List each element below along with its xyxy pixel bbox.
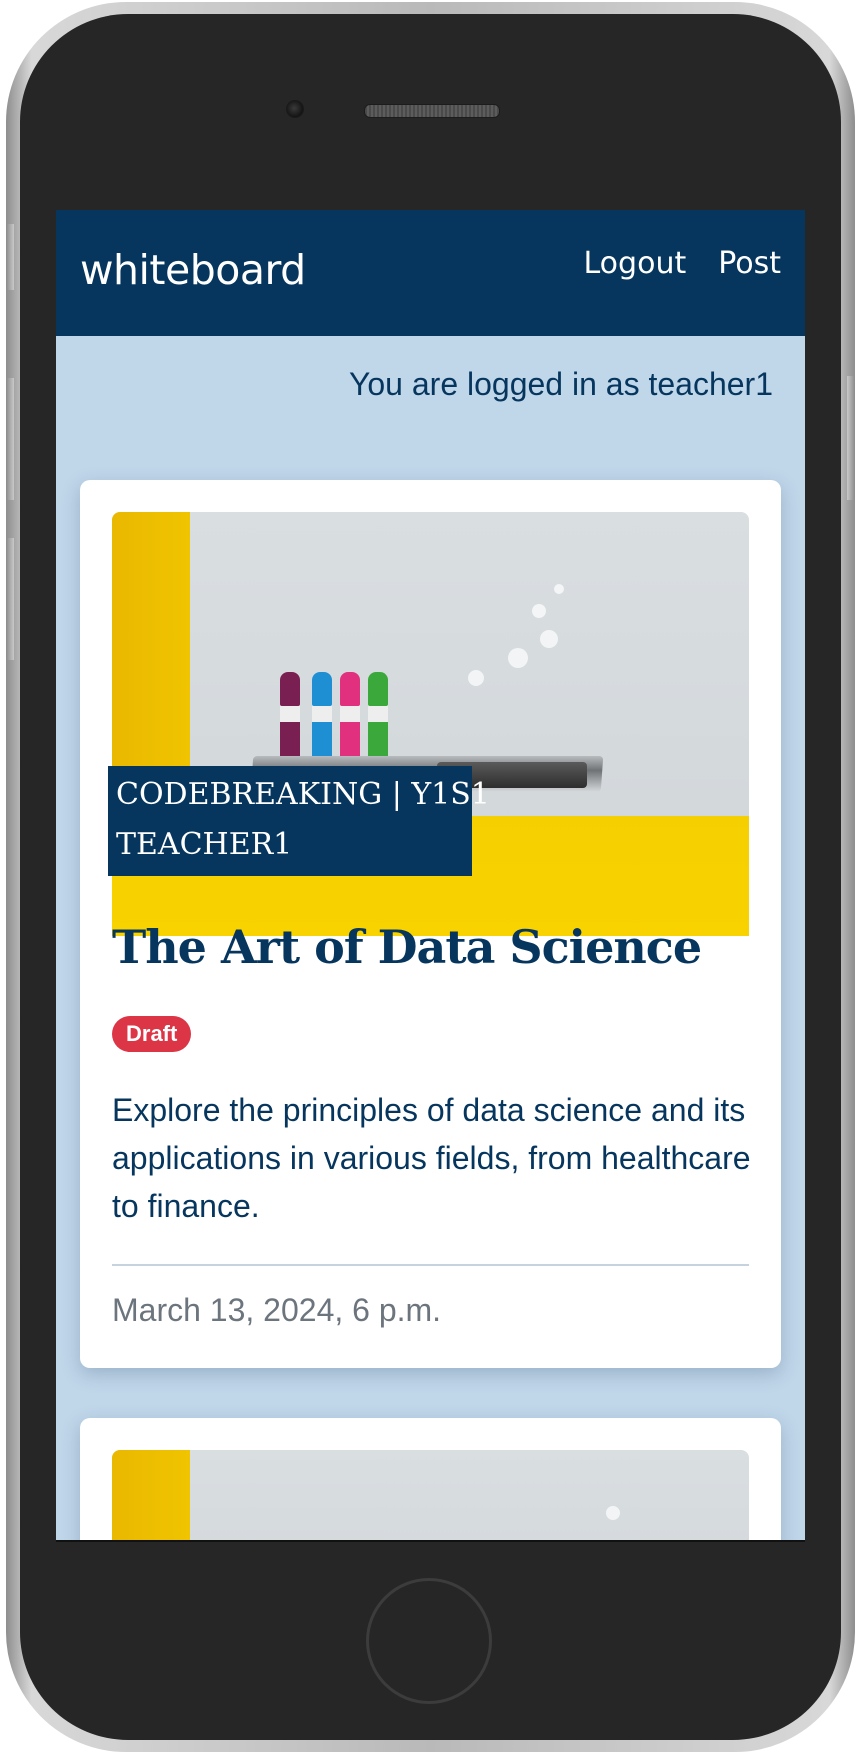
post-summary: Explore the principles of data science a… — [112, 1092, 751, 1224]
earpiece-speaker — [364, 104, 500, 118]
post-date: March 13, 2024, 6 p.m. — [112, 1292, 442, 1328]
post-card[interactable]: CODEBREAKING | Y1S1 TEACHER1 The Art of … — [80, 480, 781, 1368]
front-camera — [286, 100, 304, 118]
post-category[interactable]: CODEBREAKING | Y1S1 — [116, 770, 490, 820]
post-thumbnail-image — [112, 1450, 749, 1540]
power-button — [847, 376, 855, 500]
home-button[interactable] — [366, 1578, 492, 1704]
mute-switch — [6, 224, 14, 290]
post-meta-overlay: CODEBREAKING | Y1S1 TEACHER1 — [108, 766, 490, 876]
login-status-text: You are logged in as teacher1 — [348, 366, 773, 402]
volume-down-button — [6, 538, 14, 660]
nav-links: Logout Post — [584, 246, 782, 281]
logout-link[interactable]: Logout — [584, 246, 687, 281]
status-badge: Draft — [112, 1016, 192, 1052]
volume-up-button — [6, 378, 14, 500]
post-author[interactable]: TEACHER1 — [116, 820, 464, 870]
navbar: whiteboard Logout Post — [56, 210, 805, 336]
post-link[interactable]: Post — [718, 246, 781, 281]
divider — [112, 1264, 749, 1266]
brand-logo[interactable]: whiteboard — [80, 246, 306, 294]
phone-screen: whiteboard Logout Post You are logged in… — [56, 210, 805, 1542]
post-card[interactable] — [80, 1418, 781, 1540]
post-title[interactable]: The Art of Data Science — [112, 920, 702, 974]
